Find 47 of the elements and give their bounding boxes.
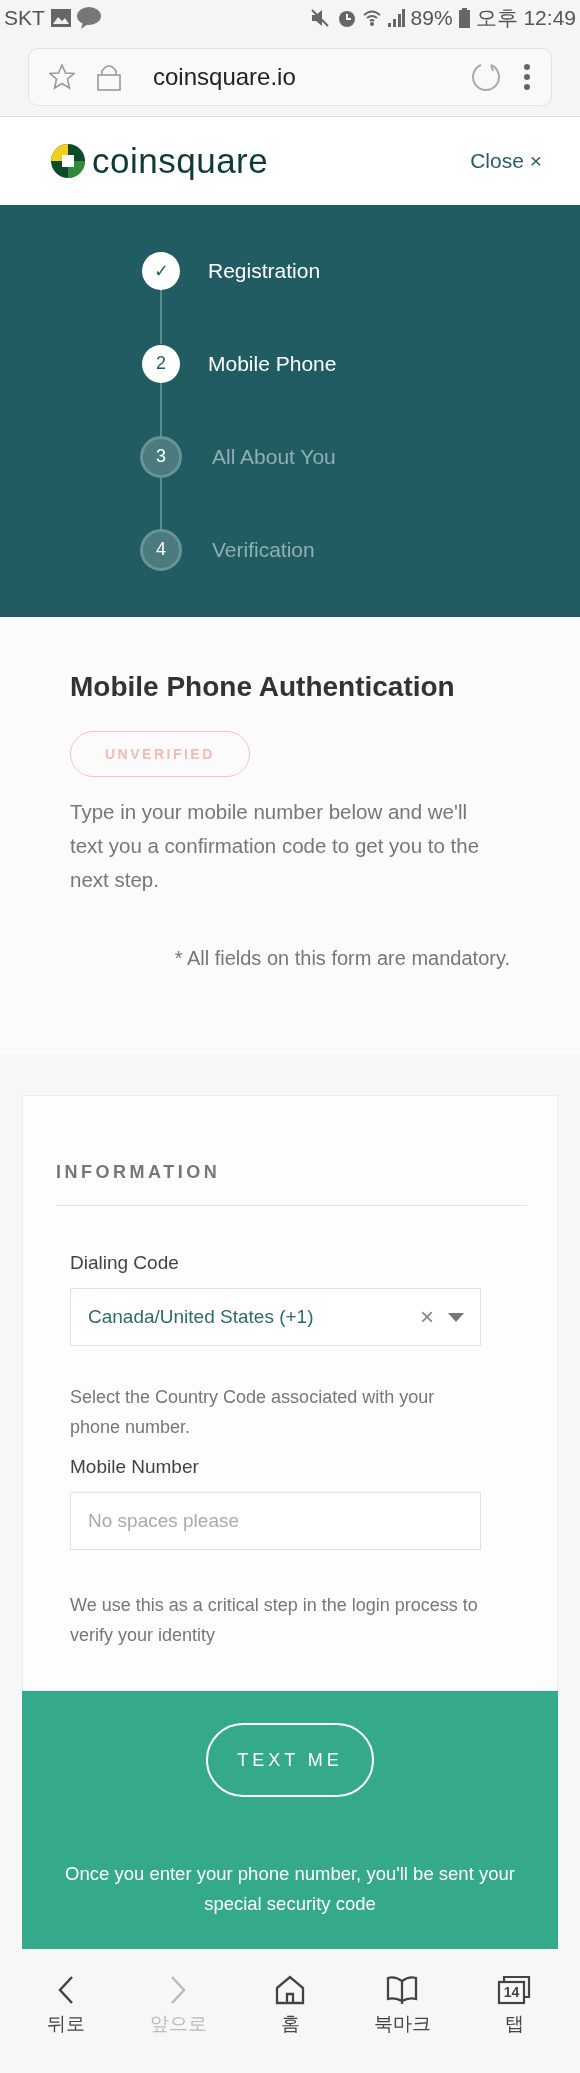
help-text: We use this as a critical step in the login process to verify your identity (70, 1594, 479, 1647)
mobile-number-field[interactable]: No spaces please (70, 1492, 481, 1550)
dialing-code-select[interactable]: Canada/United States (+1) × (70, 1288, 481, 1346)
star-icon[interactable] (49, 64, 75, 90)
back-icon (57, 1975, 75, 2005)
nav-item[interactable]: 북마크 (357, 1975, 447, 2047)
step-label: Mobile Phone (208, 351, 337, 376)
reload-icon[interactable] (471, 62, 501, 92)
image-icon (50, 9, 71, 27)
chat-icon (76, 7, 101, 29)
close-button[interactable]: Close × (470, 149, 542, 173)
battery-percent: 89% (410, 6, 453, 30)
step-number: 3 (140, 435, 182, 478)
caret-icon (448, 1312, 464, 1322)
lock-icon (97, 63, 121, 91)
nav-item[interactable]: 14 탭 (469, 1975, 559, 2047)
logo-text: coinsquare (92, 141, 269, 181)
info-text: Once you enter your phone number, you'll be sent your special security code (64, 1862, 516, 1916)
section-heading: INFORMATION (56, 1162, 527, 1206)
step-label: Verification (212, 537, 315, 562)
nav-item[interactable]: 뒤로 (21, 1975, 111, 2047)
wifi-icon (362, 9, 381, 27)
step-label: Registration (208, 258, 321, 283)
help-text: Select the Country Code associated with your phone number. (70, 1386, 436, 1439)
nav-item[interactable]: 홈 (245, 1975, 335, 2047)
book-icon (386, 1975, 418, 2005)
address-bar[interactable]: coinsquare.io (28, 48, 552, 106)
step-number: 4 (140, 528, 182, 571)
step-number: ✓ (142, 251, 180, 290)
clock: 오후 12:49 (475, 5, 576, 31)
mandatory-note: * All fields on this form are mandatory. (173, 947, 510, 970)
url-text: coinsquare.io (153, 63, 297, 91)
field-label: Dialing Code (70, 1252, 180, 1274)
carrier-name: SKT (4, 6, 45, 30)
intro-text: Type in your mobile number below and we'll text you a confirmation code to get you to the next step. (70, 799, 480, 893)
step-number: 2 (142, 344, 180, 383)
logo-icon (50, 143, 86, 179)
battery-icon (458, 8, 470, 28)
step-label: All About You (212, 444, 336, 469)
field-label: Mobile Number (70, 1456, 200, 1478)
forward-icon (169, 1975, 187, 2005)
signal-icon (386, 9, 405, 27)
page-title: Mobile Phone Authentication (70, 671, 456, 703)
home-icon (275, 1975, 305, 2005)
more-icon[interactable] (523, 64, 531, 90)
alarm-icon (336, 8, 357, 28)
mute-icon (310, 9, 331, 27)
